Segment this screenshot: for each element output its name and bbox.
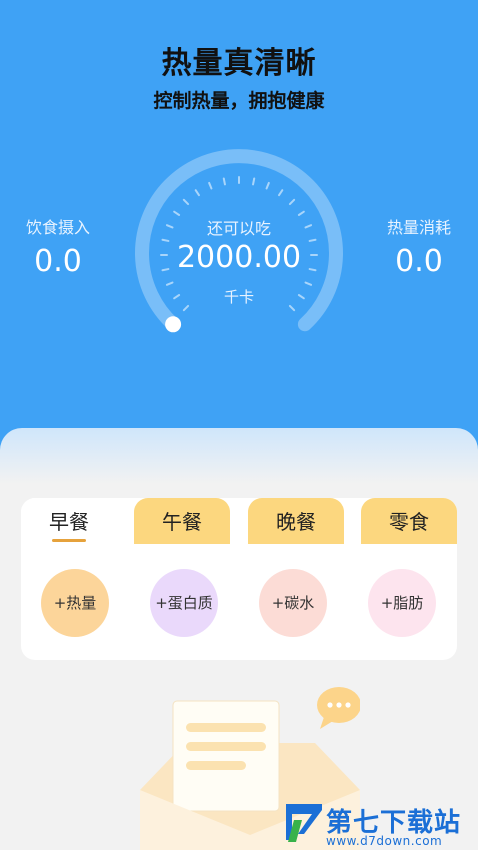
add-protein-button[interactable]: +蛋白质	[150, 569, 218, 637]
tab-lunch[interactable]: 午餐	[134, 498, 230, 544]
remaining-unit: 千卡	[223, 288, 254, 306]
gauge-tick	[222, 177, 226, 186]
tab-snack[interactable]: 零食	[361, 498, 457, 544]
gauge-tick	[288, 198, 296, 206]
gauge-tick	[265, 181, 270, 190]
gauge-tick	[194, 189, 200, 197]
gauge-tick	[165, 281, 174, 286]
active-tab-indicator	[52, 539, 86, 542]
gauge-knob	[165, 316, 182, 333]
gauge-tick	[208, 181, 213, 190]
tab-dinner[interactable]: 晚餐	[248, 498, 344, 544]
gauge-tick	[252, 177, 256, 186]
tab-breakfast[interactable]: 早餐	[21, 498, 117, 544]
gauge-tick	[304, 281, 313, 286]
app-title: 热量真清晰	[161, 46, 317, 81]
header-fade	[0, 428, 478, 484]
watermark-url: www.d7down.com	[326, 834, 443, 848]
app-subtitle: 控制热量，拥抱健康	[153, 90, 325, 112]
add-calories-button[interactable]: +热量	[41, 569, 109, 637]
add-carbs-button[interactable]: +碳水	[259, 569, 327, 637]
gauge-tick	[278, 189, 284, 197]
gauge-tick	[182, 198, 190, 206]
burn-label: 热量消耗	[386, 218, 451, 237]
add-fat-button[interactable]: +脂肪	[368, 569, 436, 637]
chat-bubble-icon	[317, 687, 360, 729]
burn-value: 0.0	[395, 244, 443, 279]
